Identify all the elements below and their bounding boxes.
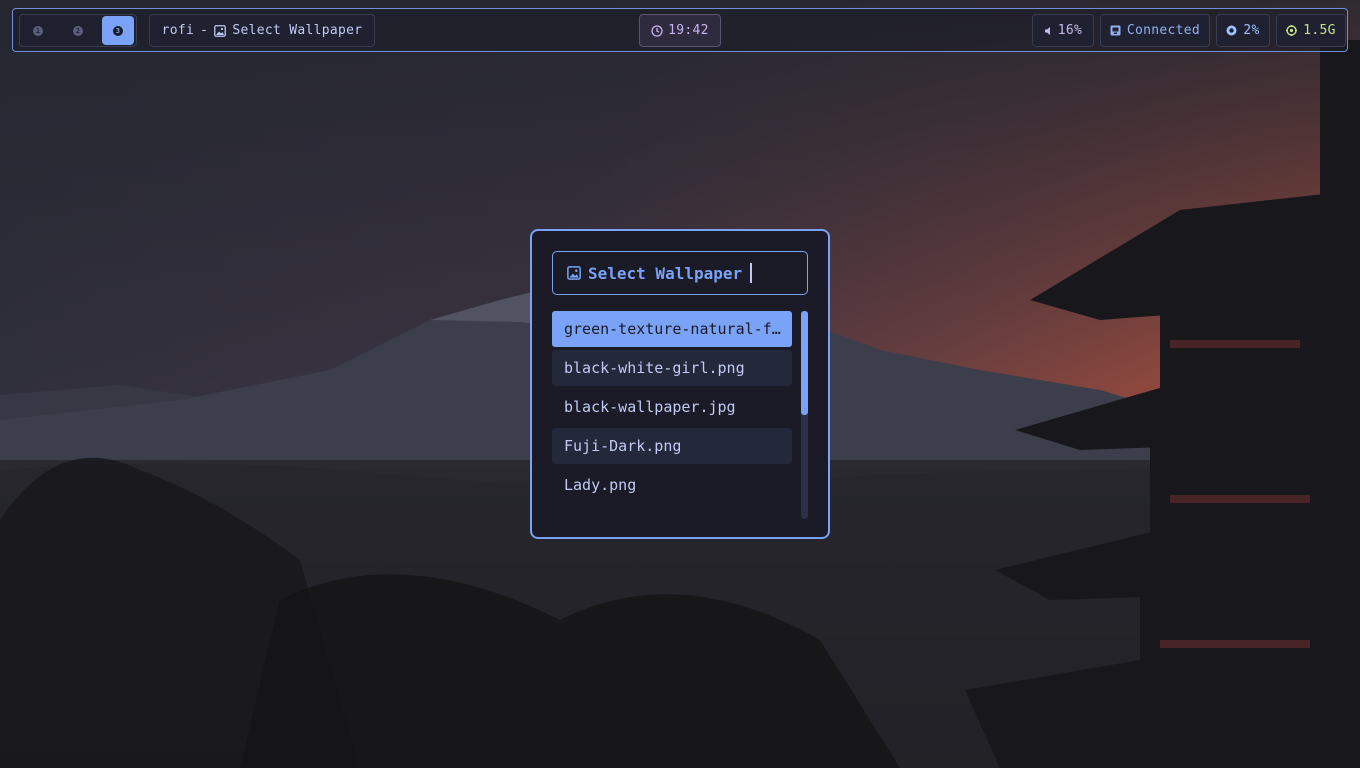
volume-value: 16% <box>1057 23 1083 38</box>
image-icon <box>214 24 227 37</box>
workspace-2-button[interactable]: 2 <box>62 16 94 45</box>
clock-icon <box>651 24 663 37</box>
memory-icon <box>1286 25 1298 36</box>
window-title-separator: - <box>200 23 209 38</box>
list-item-label: Lady.png <box>564 476 637 494</box>
scrollbar-thumb[interactable] <box>801 311 808 415</box>
workspace-switcher: 1 2 3 <box>19 14 137 47</box>
workspace-2-label: 2 <box>73 25 83 36</box>
list-item[interactable]: Lady.png <box>552 467 792 503</box>
active-window-title: rofi - Select Wallpaper <box>149 14 375 47</box>
volume-widget[interactable]: 16% <box>1032 14 1094 47</box>
cpu-widget[interactable]: 2% <box>1216 14 1270 47</box>
top-bar: 1 2 3 rofi - Select Wallpaper 19:42 16% … <box>12 8 1348 52</box>
image-icon <box>567 266 581 280</box>
workspace-3-label: 3 <box>113 25 123 36</box>
search-input[interactable]: Select Wallpaper <box>552 251 808 295</box>
clock-time: 19:42 <box>668 23 709 38</box>
scrollbar[interactable] <box>801 311 808 519</box>
cpu-icon <box>1226 25 1237 36</box>
window-title-text: Select Wallpaper <box>232 23 363 38</box>
list-item-label: green-texture-natural-f… <box>564 320 781 338</box>
window-app-name: rofi <box>161 23 195 38</box>
list-item[interactable]: black-white-girl.png <box>552 350 792 386</box>
workspace-1-button[interactable]: 1 <box>22 16 54 45</box>
memory-value: 1.5G <box>1303 23 1336 38</box>
memory-widget[interactable]: 1.5G <box>1276 14 1346 47</box>
wallpaper-list: green-texture-natural-f… black-white-gir… <box>552 311 792 506</box>
workspace-1-label: 1 <box>33 25 43 36</box>
rofi-wallpaper-selector: Select Wallpaper green-texture-natural-f… <box>530 229 830 539</box>
network-widget[interactable]: Connected <box>1100 14 1210 47</box>
prompt-text: Select Wallpaper <box>588 263 743 283</box>
clock-widget[interactable]: 19:42 <box>639 14 721 47</box>
list-item-label: Fuji-Dark.png <box>564 437 682 455</box>
list-item[interactable]: black-wallpaper.jpg <box>552 389 792 425</box>
network-status: Connected <box>1126 23 1201 38</box>
speaker-icon <box>1044 26 1052 36</box>
list-item-label: black-wallpaper.jpg <box>564 398 736 416</box>
list-item[interactable]: green-texture-natural-f… <box>552 311 792 347</box>
list-item-label: black-white-girl.png <box>564 359 745 377</box>
cpu-value: 2% <box>1243 23 1260 38</box>
list-item[interactable]: Fuji-Dark.png <box>552 428 792 464</box>
workspace-3-button[interactable]: 3 <box>102 16 134 45</box>
text-caret <box>750 263 753 283</box>
network-icon <box>1110 25 1121 36</box>
